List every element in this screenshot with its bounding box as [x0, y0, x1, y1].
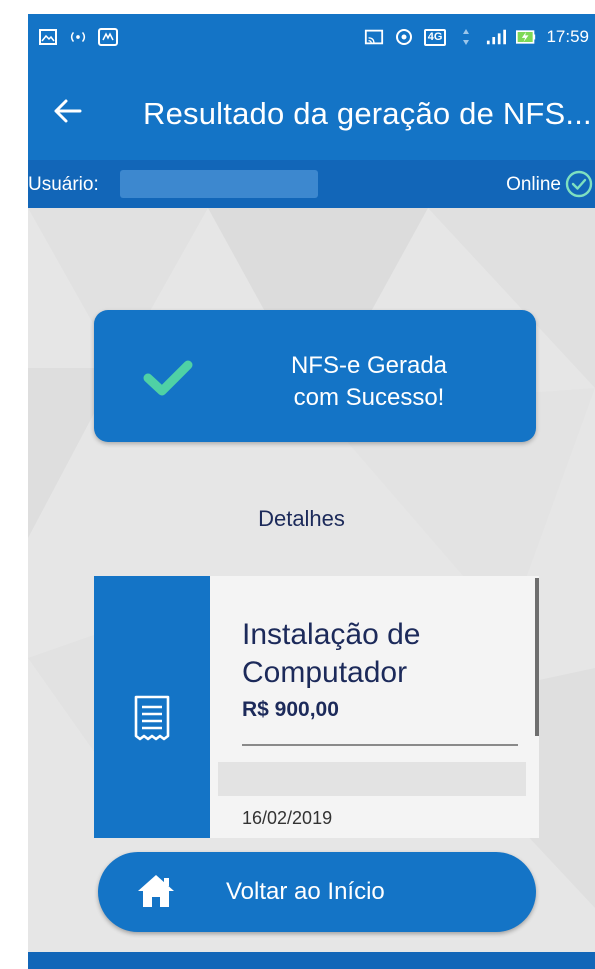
user-name-redacted	[120, 170, 318, 198]
success-line-1: NFS-e Gerada	[290, 352, 448, 379]
app-icon	[98, 28, 118, 46]
online-status: Online	[506, 174, 561, 195]
phone-screen: 4G 17:59 Resultado da geração de NFS... …	[28, 14, 595, 969]
signal-icon	[486, 28, 507, 46]
service-title: Instalação de Computador	[242, 616, 420, 692]
back-to-home-label: Voltar ao Início	[226, 878, 385, 905]
receipt-icon	[134, 695, 170, 741]
check-icon	[143, 360, 193, 396]
hotspot-icon	[68, 28, 88, 46]
status-bar: 4G 17:59	[28, 14, 595, 66]
battery-charging-icon	[516, 28, 536, 46]
detail-redacted-field	[218, 762, 526, 796]
bottom-strip	[28, 952, 595, 969]
arrow-left-icon[interactable]	[50, 94, 84, 128]
success-line-2: com Sucesso!	[293, 384, 445, 411]
success-message: NFS-e Gerada com Sucesso!	[234, 350, 504, 414]
cast-icon	[364, 28, 384, 46]
invoice-detail-card[interactable]: Instalação de Computador R$ 900,00 16/02…	[94, 576, 539, 838]
home-icon	[138, 875, 174, 907]
status-left-icons	[38, 28, 118, 46]
detail-divider	[242, 744, 518, 746]
status-time: 17:59	[546, 27, 589, 46]
nfc-icon	[394, 28, 414, 46]
user-bar: Usuário: Online	[28, 160, 595, 208]
service-price: R$ 900,00	[242, 698, 339, 721]
service-title-line-1: Instalação de	[242, 618, 421, 651]
user-label: Usuário:	[28, 174, 99, 195]
service-title-line-2: Computador	[242, 656, 408, 689]
success-card: NFS-e Gerada com Sucesso!	[94, 310, 536, 442]
back-to-home-button[interactable]: Voltar ao Início	[98, 852, 536, 932]
status-right-icons: 4G 17:59	[364, 27, 589, 47]
details-heading: Detalhes	[258, 506, 345, 531]
image-icon	[38, 28, 58, 46]
network-4g-icon: 4G	[423, 28, 447, 46]
scrollbar-thumb[interactable]	[535, 578, 539, 736]
detail-card-stripe	[94, 576, 210, 838]
page-title: Resultado da geração de NFS...	[143, 96, 592, 131]
check-circle-icon	[565, 170, 593, 198]
service-date: 16/02/2019	[242, 808, 333, 828]
app-bar: Resultado da geração de NFS...	[28, 66, 595, 160]
data-arrows-icon	[456, 28, 476, 46]
